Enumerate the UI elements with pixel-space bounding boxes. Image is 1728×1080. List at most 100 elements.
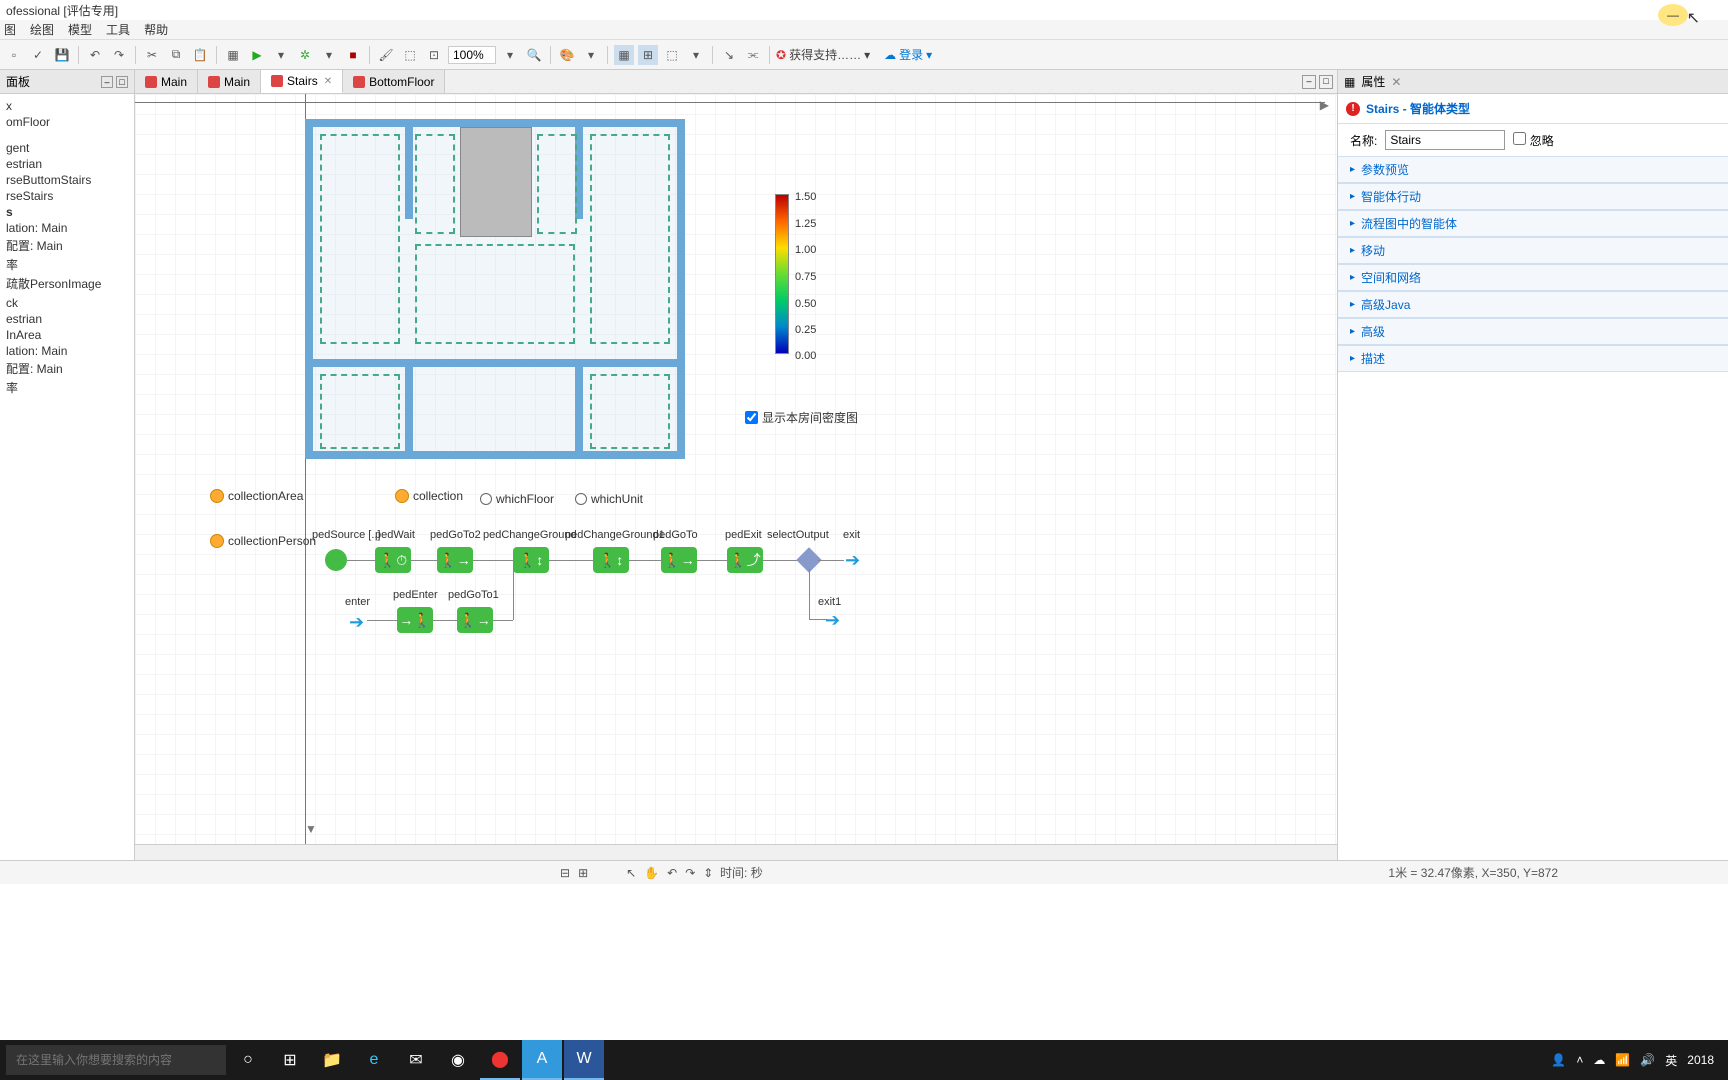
new-icon[interactable]: ▫ — [4, 45, 24, 65]
run-drop-icon[interactable]: ▾ — [271, 45, 291, 65]
section-params[interactable]: 参数预览 — [1338, 156, 1728, 183]
tree-item[interactable]: rseStairs — [2, 188, 132, 204]
grid-icon[interactable]: ▦ — [614, 45, 634, 65]
tree-item[interactable]: 配置: Main — [2, 236, 132, 255]
tab-main-2[interactable]: Main — [198, 70, 261, 93]
tree-item[interactable]: lation: Main — [2, 220, 132, 236]
pedgoto-block[interactable]: 🚶→ — [661, 547, 697, 573]
pedgoto2-block[interactable]: 🚶→ — [437, 547, 473, 573]
tree-item[interactable]: lation: Main — [2, 343, 132, 359]
sb-icon[interactable]: ↖ — [626, 866, 636, 880]
minimize-button[interactable]: — — [1658, 4, 1688, 26]
pedexit-block[interactable]: 🚶⤴ — [727, 547, 763, 573]
align-icon[interactable]: ⬚ — [662, 45, 682, 65]
save-icon[interactable]: 💾 — [52, 45, 72, 65]
volume-icon[interactable]: 🔊 — [1640, 1053, 1655, 1067]
ime-label[interactable]: 英 — [1665, 1052, 1677, 1069]
copy-icon[interactable]: ⧉ — [166, 45, 186, 65]
cortana-icon[interactable]: ○ — [228, 1040, 268, 1080]
tree-item[interactable]: s — [2, 204, 132, 220]
section-desc[interactable]: 描述 — [1338, 345, 1728, 372]
section-advanced[interactable]: 高级 — [1338, 318, 1728, 345]
collection-person-obj[interactable]: collectionPerson — [210, 534, 316, 548]
stop-icon[interactable]: ■ — [343, 45, 363, 65]
word-icon[interactable]: W — [564, 1040, 604, 1080]
run-icon[interactable]: ▶ — [247, 45, 267, 65]
density-checkbox[interactable]: 显示本房间密度图 — [745, 409, 858, 426]
taskview-icon[interactable]: ⊞ — [270, 1040, 310, 1080]
panel-min-icon[interactable]: – — [101, 76, 113, 88]
section-actions[interactable]: 智能体行动 — [1338, 183, 1728, 210]
sb-icon[interactable]: ⊟ — [560, 866, 570, 880]
paste-icon[interactable]: 📋 — [190, 45, 210, 65]
select-icon[interactable]: ⬚ — [400, 45, 420, 65]
pedenter-block[interactable]: →🚶 — [397, 607, 433, 633]
tree-item[interactable]: x — [2, 98, 132, 114]
zoom-tool-icon[interactable]: 🔍 — [524, 45, 544, 65]
debug-drop-icon[interactable]: ▾ — [319, 45, 339, 65]
sb-icon[interactable]: ✋ — [644, 866, 659, 880]
section-advjava[interactable]: 高级Java — [1338, 291, 1728, 318]
horizontal-scrollbar[interactable] — [135, 844, 1337, 860]
unlink-icon[interactable]: ⫘ — [743, 45, 763, 65]
people-icon[interactable]: 👤 — [1551, 1053, 1566, 1067]
taskbar-search[interactable] — [6, 1045, 226, 1075]
pedwait-block[interactable]: 🚶⏱ — [375, 547, 411, 573]
density-checkbox-input[interactable] — [745, 411, 758, 424]
redo-icon[interactable]: ↷ — [109, 45, 129, 65]
record-icon[interactable]: ⬤ — [480, 1040, 520, 1080]
section-flowagents[interactable]: 流程图中的智能体 — [1338, 210, 1728, 237]
panel-max-icon[interactable]: □ — [116, 76, 128, 88]
support-link[interactable]: ✪ 获得支持……▾ — [776, 46, 870, 63]
whichfloor-obj[interactable]: whichFloor — [480, 492, 554, 506]
tree-item[interactable]: 配置: Main — [2, 359, 132, 378]
menu-model[interactable]: 模型 — [68, 21, 92, 38]
menu-tools[interactable]: 工具 — [106, 21, 130, 38]
explorer-icon[interactable]: 📁 — [312, 1040, 352, 1080]
link-icon[interactable]: ↘ — [719, 45, 739, 65]
tree-item[interactable]: ck — [2, 295, 132, 311]
props-tab[interactable]: 属性 — [1361, 73, 1385, 90]
project-tree[interactable]: x omFloor gent estrian rseButtomStairs r… — [0, 94, 134, 401]
tab-stairs[interactable]: Stairs✕ — [261, 70, 343, 93]
tray-up-icon[interactable]: ˄ — [1576, 1053, 1583, 1067]
snap-icon[interactable]: ⊞ — [638, 45, 658, 65]
build-icon[interactable]: ▦ — [223, 45, 243, 65]
tree-item[interactable]: rseButtomStairs — [2, 172, 132, 188]
floorplan[interactable] — [305, 119, 685, 459]
tab-main-1[interactable]: Main — [135, 70, 198, 93]
tree-item[interactable]: InArea — [2, 327, 132, 343]
close-icon[interactable]: ✕ — [324, 76, 332, 87]
close-icon[interactable]: ✕ — [1391, 75, 1401, 89]
brush-icon[interactable]: 🖌 — [376, 45, 396, 65]
sb-icon[interactable]: ↷ — [685, 866, 695, 880]
pedchangeground-block[interactable]: 🚶↕ — [513, 547, 549, 573]
tree-item[interactable]: 率 — [2, 378, 132, 397]
wifi-icon[interactable]: 📶 — [1615, 1053, 1630, 1067]
tree-item[interactable]: omFloor — [2, 114, 132, 130]
app-icon[interactable]: ◉ — [438, 1040, 478, 1080]
sb-icon[interactable]: ↶ — [667, 866, 677, 880]
onedrive-icon[interactable]: ☁ — [1593, 1053, 1605, 1067]
drop3-icon[interactable]: ▾ — [686, 45, 706, 65]
debug-icon[interactable]: ✲ — [295, 45, 315, 65]
whichunit-obj[interactable]: whichUnit — [575, 492, 643, 506]
enter-block[interactable]: ➔ — [349, 612, 365, 626]
tree-item[interactable]: estrian — [2, 311, 132, 327]
sb-icon[interactable]: ⊞ — [578, 866, 588, 880]
tree-item[interactable]: 疏散PersonImage — [2, 274, 132, 293]
canvas[interactable]: ▶ 1.50 1.25 1.00 — [135, 94, 1337, 844]
editor-max-icon[interactable]: □ — [1319, 75, 1333, 89]
exit-block[interactable]: ➔ — [845, 550, 861, 564]
editor-min-icon[interactable]: – — [1302, 75, 1316, 89]
menu-view[interactable]: 图 — [4, 21, 16, 38]
collection-obj[interactable]: collection — [395, 489, 463, 503]
menu-help[interactable]: 帮助 — [144, 21, 168, 38]
system-tray[interactable]: 👤 ˄ ☁ 📶 🔊 英 2018 — [1551, 1052, 1722, 1069]
mail-icon[interactable]: ✉ — [396, 1040, 436, 1080]
section-space[interactable]: 空间和网络 — [1338, 264, 1728, 291]
pedgoto1-block[interactable]: 🚶→ — [457, 607, 493, 633]
palette-icon[interactable]: 🎨 — [557, 45, 577, 65]
collection-area-obj[interactable]: collectionArea — [210, 489, 303, 503]
tree-item[interactable]: estrian — [2, 156, 132, 172]
